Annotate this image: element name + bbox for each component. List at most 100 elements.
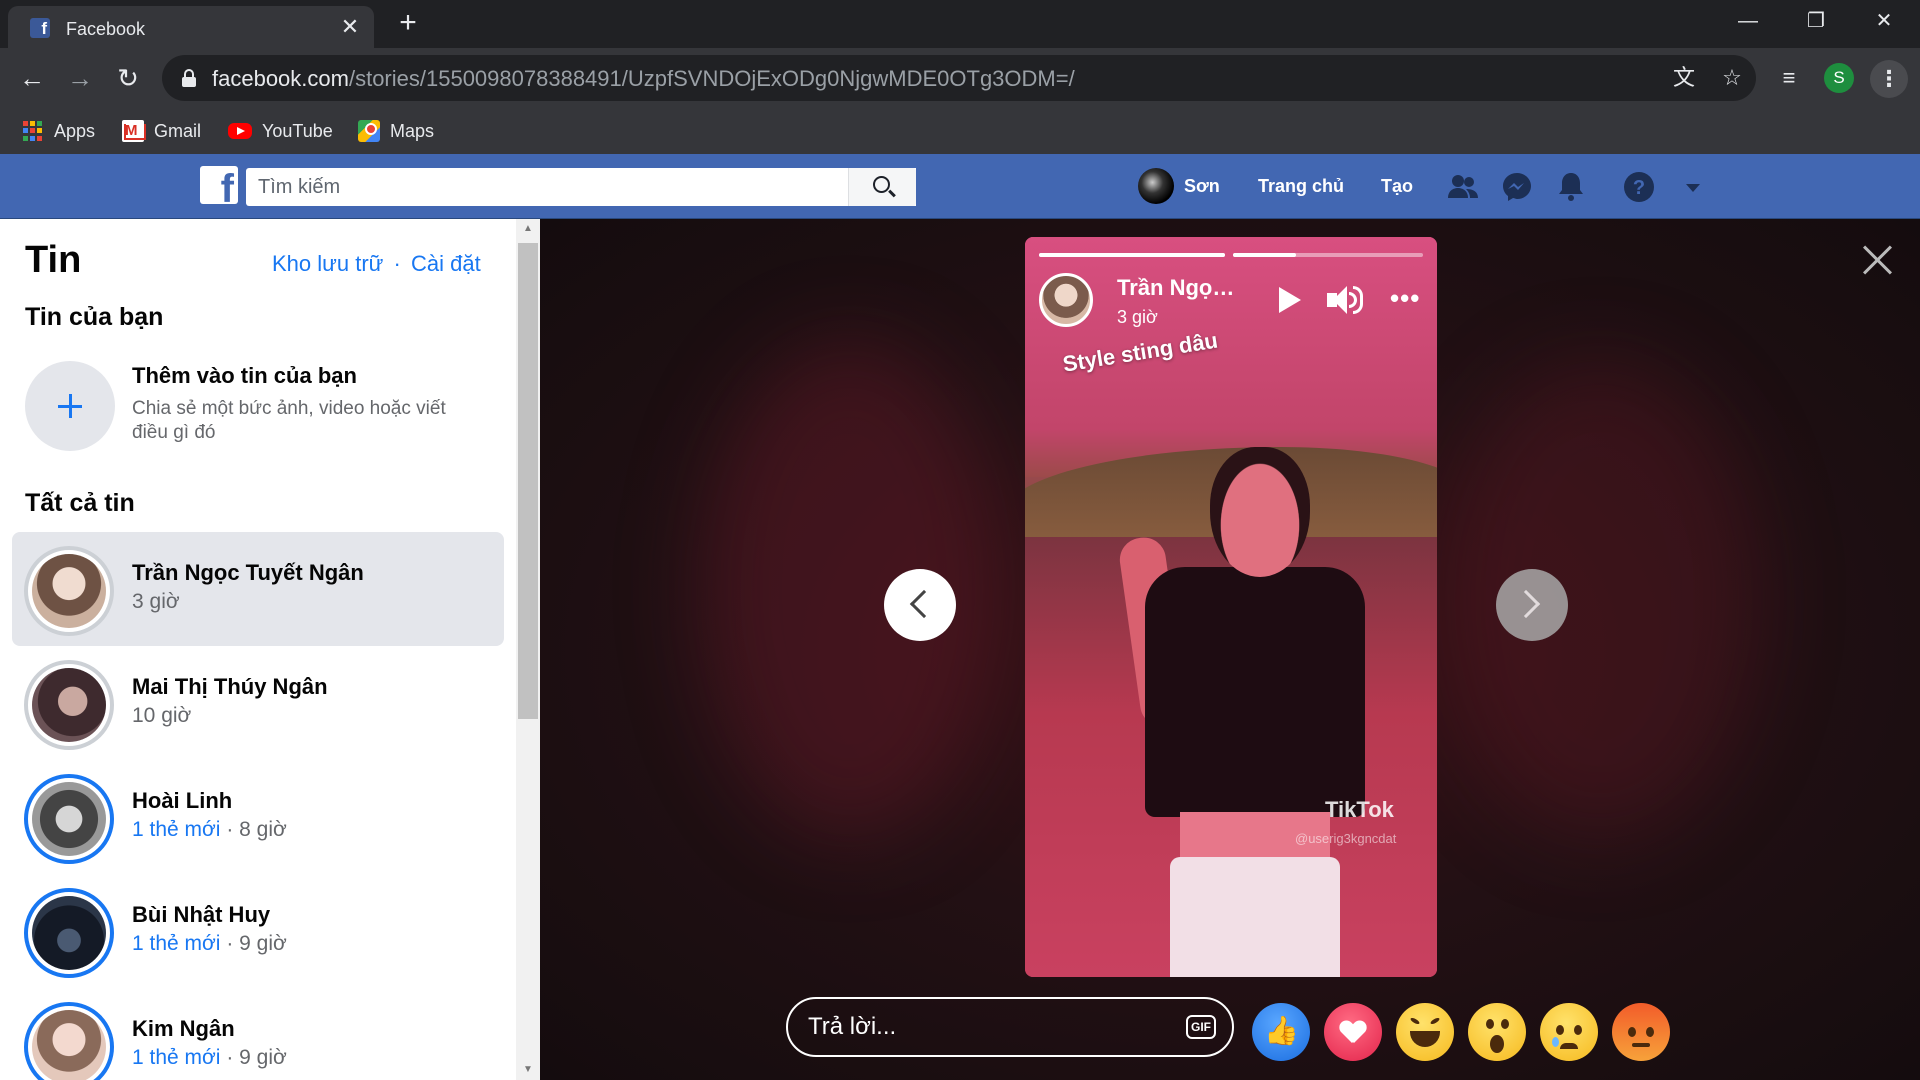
reply-input[interactable] bbox=[786, 997, 1234, 1057]
bookmarks-bar: Apps Gmail YouTube Maps bbox=[0, 108, 1920, 154]
story-card[interactable]: Trần Ngọc Tuyết Ngân 3 giờ ••• Style sti… bbox=[1025, 237, 1437, 977]
next-story-button[interactable] bbox=[1496, 569, 1568, 641]
sidebar-links: Kho lưu trữ · Cài đặt bbox=[270, 251, 483, 277]
wow-icon[interactable] bbox=[1468, 1003, 1526, 1061]
tiktok-username: @userig3kgncdat bbox=[1295, 831, 1397, 846]
story-ring bbox=[24, 774, 114, 864]
browser-menu-icon[interactable]: ⋮ bbox=[1870, 60, 1908, 98]
haha-icon[interactable] bbox=[1396, 1003, 1454, 1061]
scrollbar-thumb[interactable] bbox=[518, 243, 538, 719]
scroll-down-icon[interactable]: ▼ bbox=[522, 1064, 534, 1076]
avatar bbox=[32, 1010, 106, 1080]
scroll-up-icon[interactable]: ▲ bbox=[522, 223, 534, 235]
story-author: Kim Ngân bbox=[132, 1016, 235, 1041]
tab-title: Facebook bbox=[66, 19, 146, 39]
address-bar[interactable]: facebook.com/stories/1550098078388491/Uz… bbox=[162, 55, 1756, 101]
bookmark-label: Apps bbox=[54, 120, 96, 141]
story-image-head bbox=[1210, 447, 1310, 577]
story-progress-bar bbox=[1039, 253, 1225, 257]
story-meta: 1 thẻ mới · 9 giờ bbox=[132, 932, 287, 955]
bookmark-star-icon[interactable]: ☆ bbox=[1718, 64, 1746, 92]
story-list-item[interactable]: Trần Ngọc Tuyết Ngân 3 giờ bbox=[12, 532, 504, 646]
maps-icon bbox=[358, 120, 380, 142]
messenger-icon[interactable] bbox=[1500, 170, 1534, 204]
avatar bbox=[1138, 168, 1174, 204]
avatar[interactable] bbox=[1039, 273, 1093, 327]
avatar bbox=[32, 782, 106, 856]
story-list-item[interactable]: Kim Ngân 1 thẻ mới · 9 giờ bbox=[12, 988, 504, 1080]
story-list-item[interactable]: Bùi Nhật Huy 1 thẻ mới · 9 giờ bbox=[12, 874, 504, 988]
notifications-icon[interactable] bbox=[1554, 170, 1588, 204]
restore-icon[interactable]: ❐ bbox=[1788, 0, 1844, 42]
bookmark-youtube[interactable]: YouTube bbox=[228, 118, 333, 144]
story-progress-bar bbox=[1233, 253, 1423, 257]
url-text[interactable]: facebook.com/stories/1550098078388491/Uz… bbox=[212, 66, 1075, 92]
media-control-icon[interactable]: ≡ bbox=[1772, 61, 1806, 95]
avatar bbox=[32, 554, 106, 628]
like-icon[interactable] bbox=[1252, 1003, 1310, 1061]
account-menu-icon[interactable] bbox=[1676, 170, 1710, 204]
previous-story-button[interactable] bbox=[884, 569, 956, 641]
story-ring bbox=[24, 888, 114, 978]
bookmark-label: Gmail bbox=[154, 120, 202, 141]
story-meta: 10 giờ bbox=[132, 704, 192, 727]
story-list-item[interactable]: Mai Thị Thúy Ngân 10 giờ bbox=[12, 646, 504, 760]
friends-icon[interactable] bbox=[1446, 170, 1480, 204]
angry-icon[interactable] bbox=[1612, 1003, 1670, 1061]
profile-link[interactable]: Sơn bbox=[1138, 168, 1220, 204]
story-ring bbox=[24, 546, 114, 636]
youtube-icon bbox=[228, 123, 252, 139]
more-options-icon[interactable]: ••• bbox=[1390, 283, 1420, 314]
help-icon[interactable]: ? bbox=[1622, 170, 1656, 204]
search-button[interactable] bbox=[848, 168, 916, 206]
reload-icon[interactable]: ↻ bbox=[110, 60, 146, 96]
chevron-left-icon bbox=[909, 589, 939, 619]
create-link[interactable]: Tạo bbox=[1381, 176, 1413, 197]
user-name: Sơn bbox=[1184, 175, 1220, 196]
minimize-icon[interactable]: — bbox=[1720, 0, 1776, 42]
archive-link[interactable]: Kho lưu trữ bbox=[272, 251, 383, 276]
bookmark-gmail[interactable]: Gmail bbox=[122, 118, 201, 144]
all-stories-heading: Tất cả tin bbox=[25, 489, 135, 517]
bookmark-maps[interactable]: Maps bbox=[358, 118, 434, 144]
gmail-icon bbox=[122, 120, 146, 142]
volume-icon[interactable] bbox=[1327, 284, 1363, 316]
avatar bbox=[32, 668, 106, 742]
translate-icon[interactable]: 文 bbox=[1670, 64, 1698, 92]
add-story-icon[interactable] bbox=[25, 361, 115, 451]
tiktok-watermark: TikTok bbox=[1325, 797, 1394, 822]
facebook-logo-icon[interactable]: f bbox=[200, 166, 238, 204]
forward-icon[interactable]: → bbox=[62, 60, 98, 96]
add-story-description: Chia sẻ một bức ảnh, video hoặc viết điề… bbox=[132, 398, 446, 443]
stories-sidebar: Tin Kho lưu trữ · Cài đặt Tin của bạn Th… bbox=[0, 219, 540, 1080]
story-list-item[interactable]: Hoài Linh 1 thẻ mới · 8 giờ bbox=[12, 760, 504, 874]
back-icon[interactable]: ← bbox=[14, 60, 50, 96]
chevron-right-icon bbox=[1511, 589, 1541, 619]
search-input[interactable] bbox=[246, 168, 916, 206]
love-icon[interactable] bbox=[1324, 1003, 1382, 1061]
settings-link[interactable]: Cài đặt bbox=[411, 251, 481, 276]
bookmark-label: Maps bbox=[390, 120, 435, 141]
play-icon[interactable] bbox=[1279, 287, 1301, 313]
tab-close-icon[interactable]: ✕ bbox=[338, 15, 362, 39]
add-story-title[interactable]: Thêm vào tin của bạn bbox=[132, 363, 357, 389]
story-author: Bùi Nhật Huy bbox=[132, 902, 271, 927]
story-meta: 1 thẻ mới · 8 giờ bbox=[132, 818, 287, 841]
home-link[interactable]: Trang chủ bbox=[1258, 176, 1344, 197]
browser-tab[interactable]: f Facebook ✕ bbox=[8, 6, 374, 48]
gif-button[interactable]: GIF bbox=[1186, 1015, 1216, 1039]
window-close-icon[interactable]: ✕ bbox=[1856, 0, 1912, 42]
story-author[interactable]: Trần Ngọc Tuyết Ngân bbox=[1117, 275, 1237, 301]
lock-icon bbox=[182, 69, 196, 87]
browser-toolbar: ← → ↻ facebook.com/stories/1550098078388… bbox=[0, 48, 1920, 108]
bookmark-apps[interactable]: Apps bbox=[22, 118, 95, 144]
close-viewer-icon[interactable] bbox=[1860, 241, 1896, 277]
new-tab-icon[interactable]: + bbox=[392, 8, 424, 40]
story-author: Trần Ngọc Tuyết Ngân bbox=[132, 560, 364, 585]
story-meta: 3 giờ bbox=[132, 590, 180, 613]
story-image-body bbox=[1145, 567, 1365, 817]
sad-icon[interactable] bbox=[1540, 1003, 1598, 1061]
avatar bbox=[32, 896, 106, 970]
story-viewer: Trần Ngọc Tuyết Ngân 3 giờ ••• Style sti… bbox=[540, 219, 1920, 1080]
profile-avatar[interactable]: S bbox=[1824, 63, 1854, 93]
